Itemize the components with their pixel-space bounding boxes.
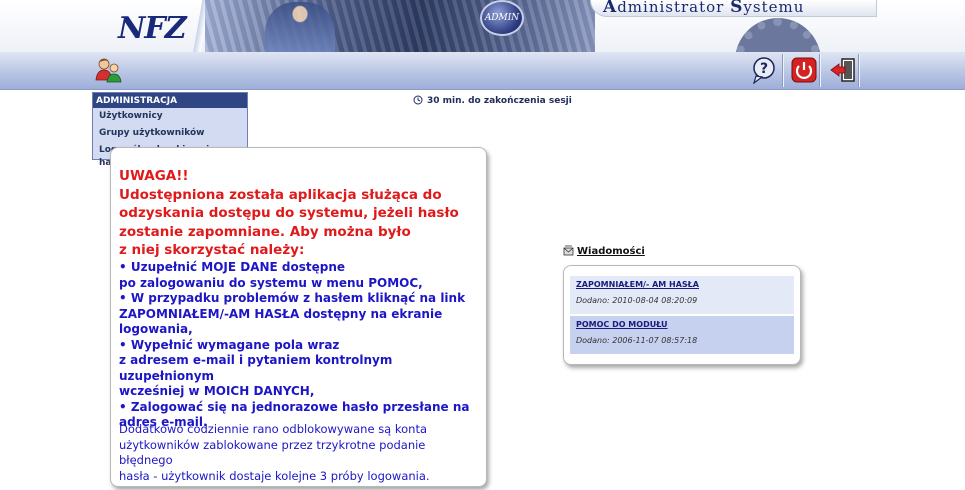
app-title: Administrator Systemu <box>603 0 805 17</box>
header-banner: NFZ ADMIN Administrator Systemu <box>0 0 965 52</box>
messages-title-text: Wiadomości <box>577 246 645 257</box>
notice-step-line: po zalogowaniu do systemu w menu POMOC, <box>119 275 423 290</box>
message-link[interactable]: POMOC DO MODUŁU <box>576 320 668 329</box>
notice-step-line: • W przypadku problemów z hasłem kliknąć… <box>119 291 466 305</box>
clock-icon <box>413 95 423 105</box>
notice-step-line: logowania, <box>119 322 193 336</box>
messages-icon <box>563 245 574 256</box>
message-date: Dodano: 2010-08-04 08:20:09 <box>576 296 698 305</box>
toolbar-separator <box>858 54 860 87</box>
svg-text:?: ? <box>760 61 768 77</box>
messages-card: ZAPOMNIAŁEM/- AM HASŁA Dodano: 2010-08-0… <box>563 265 801 365</box>
notice-heading-line: Udostępniona została aplikacja służąca d… <box>119 186 442 203</box>
notice-step-line: z adresem e-mail i pytaniem kontrolnym u… <box>119 353 393 383</box>
notice-footer-line: Dodatkowo codziennie rano odblokowywane … <box>119 422 428 436</box>
toolbar-separator <box>819 54 821 87</box>
notice-footer-line: użytkowników zablokowane przez trzykrotn… <box>119 437 426 468</box>
notice-card: UWAGA!! Udostępniona została aplikacja s… <box>110 147 487 487</box>
notice-step-line: ZAPOMNIAŁEM/-AM HASŁA dostępny na ekrani… <box>119 306 443 321</box>
users-admin-icon[interactable] <box>94 56 122 84</box>
nfz-logo: NFZ <box>118 11 187 46</box>
notice-step-line: • Uzupełnić MOJE DANE dostępne <box>119 260 346 274</box>
toolbar-separator <box>782 54 784 87</box>
notice-step-line: wcześniej w MOICH DANYCH, <box>119 384 315 398</box>
notice-step-line: • Wypełnić wymagane pola wraz <box>119 337 340 352</box>
banner-gear-image <box>735 18 821 52</box>
menu-item-users[interactable]: Użytkownicy <box>93 108 247 125</box>
notice-heading-line: zostanie zapomniane. Aby można było <box>119 223 411 240</box>
toolbar: ? <box>0 52 965 90</box>
notice-heading-line: UWAGA!! <box>119 168 189 184</box>
banner-person-image <box>265 2 335 52</box>
help-icon[interactable]: ? <box>751 56 779 85</box>
notice-footer-line: hasła - użytkownik dostaje kolejne 3 pró… <box>119 468 430 483</box>
notice-heading: UWAGA!! Udostępniona została aplikacja s… <box>119 167 479 260</box>
message-link[interactable]: ZAPOMNIAŁEM/- AM HASŁA <box>576 280 699 289</box>
notice-heading-line: z niej skorzystać należy: <box>119 242 305 258</box>
message-item: POMOC DO MODUŁU Dodano: 2006-11-07 08:57… <box>570 316 794 354</box>
notice-footer: Dodatkowo codziennie rano odblokowywane … <box>119 422 479 484</box>
notice-steps: • Uzupełnić MOJE DANE dostępne po zalogo… <box>119 260 484 431</box>
power-icon[interactable] <box>790 56 818 84</box>
messages-title: Wiadomości <box>563 245 645 257</box>
session-text: 30 min. do zakończenia sesji <box>427 96 572 106</box>
notice-step-line: • Zalogować się na jednorazowe hasło prz… <box>119 399 470 414</box>
logout-icon[interactable] <box>829 56 857 84</box>
banner-image <box>205 0 821 52</box>
notice-heading-line: odzyskania dostępu do systemu, jeżeli ha… <box>119 205 459 221</box>
admin-badge: ADMIN <box>480 0 524 36</box>
menu-item-user-groups[interactable]: Grupy użytkowników <box>93 125 247 142</box>
session-timer: 30 min. do zakończenia sesji <box>413 95 572 106</box>
message-date: Dodano: 2006-11-07 08:57:18 <box>576 336 698 345</box>
menu-heading: ADMINISTRACJA <box>93 93 247 108</box>
message-item: ZAPOMNIAŁEM/- AM HASŁA Dodano: 2010-08-0… <box>570 276 794 314</box>
